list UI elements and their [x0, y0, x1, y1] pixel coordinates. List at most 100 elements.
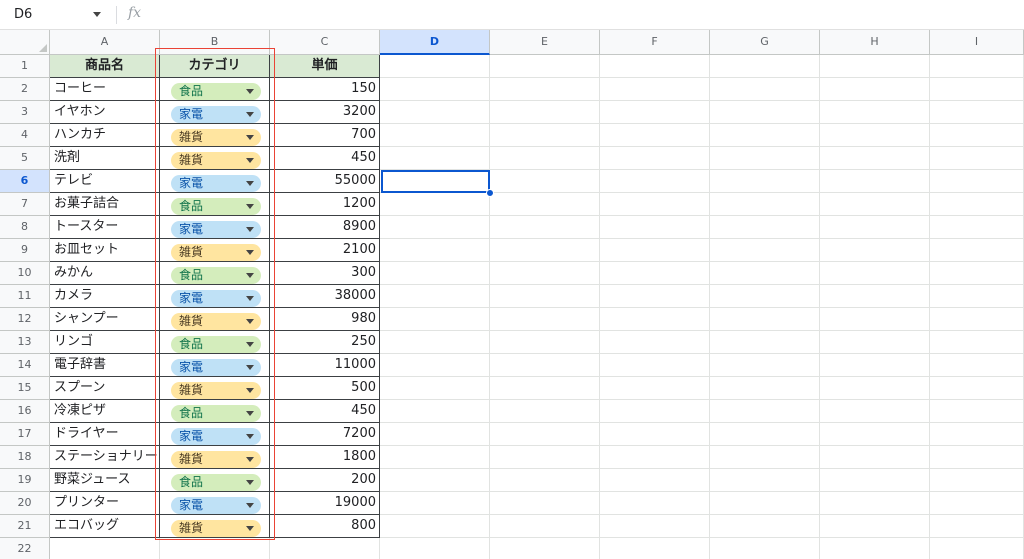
cell-h21[interactable]: [820, 515, 930, 538]
cell-a20[interactable]: プリンター: [50, 492, 160, 515]
column-header-f[interactable]: F: [600, 30, 710, 55]
cell-a21[interactable]: エコバッグ: [50, 515, 160, 538]
cell-e21[interactable]: [490, 515, 600, 538]
cell-c7[interactable]: 1200: [270, 193, 380, 216]
select-all-corner[interactable]: [0, 30, 50, 55]
cell-g17[interactable]: [710, 423, 820, 446]
cell-g22[interactable]: [710, 538, 820, 559]
cell-f20[interactable]: [600, 492, 710, 515]
row-header-20[interactable]: 20: [0, 492, 50, 515]
cell-a6[interactable]: テレビ: [50, 170, 160, 193]
cell-h18[interactable]: [820, 446, 930, 469]
cell-i1[interactable]: [930, 55, 1024, 78]
row-header-2[interactable]: 2: [0, 78, 50, 101]
cell-e19[interactable]: [490, 469, 600, 492]
name-box[interactable]: D6: [0, 0, 112, 30]
cell-g11[interactable]: [710, 285, 820, 308]
cell-e3[interactable]: [490, 101, 600, 124]
cell-h1[interactable]: [820, 55, 930, 78]
cell-h11[interactable]: [820, 285, 930, 308]
active-cell-selection[interactable]: [381, 170, 490, 193]
cell-c12[interactable]: 980: [270, 308, 380, 331]
cell-a16[interactable]: 冷凍ピザ: [50, 400, 160, 423]
cell-d7[interactable]: [380, 193, 490, 216]
row-header-13[interactable]: 13: [0, 331, 50, 354]
cell-d5[interactable]: [380, 147, 490, 170]
cell-a3[interactable]: イヤホン: [50, 101, 160, 124]
row-header-4[interactable]: 4: [0, 124, 50, 147]
row-header-7[interactable]: 7: [0, 193, 50, 216]
column-header-c[interactable]: C: [270, 30, 380, 55]
cell-g13[interactable]: [710, 331, 820, 354]
cell-h2[interactable]: [820, 78, 930, 101]
cell-g18[interactable]: [710, 446, 820, 469]
cell-h4[interactable]: [820, 124, 930, 147]
cell-h20[interactable]: [820, 492, 930, 515]
cell-h13[interactable]: [820, 331, 930, 354]
cell-a12[interactable]: シャンプー: [50, 308, 160, 331]
cell-i3[interactable]: [930, 101, 1024, 124]
cell-i5[interactable]: [930, 147, 1024, 170]
cell-d13[interactable]: [380, 331, 490, 354]
cell-f13[interactable]: [600, 331, 710, 354]
cell-c8[interactable]: 8900: [270, 216, 380, 239]
cell-a2[interactable]: コーヒー: [50, 78, 160, 101]
cell-i6[interactable]: [930, 170, 1024, 193]
cell-e10[interactable]: [490, 262, 600, 285]
cell-c16[interactable]: 450: [270, 400, 380, 423]
cell-d1[interactable]: [380, 55, 490, 78]
row-header-6[interactable]: 6: [0, 170, 50, 193]
cell-i4[interactable]: [930, 124, 1024, 147]
cell-e13[interactable]: [490, 331, 600, 354]
cell-d9[interactable]: [380, 239, 490, 262]
row-header-14[interactable]: 14: [0, 354, 50, 377]
cell-g12[interactable]: [710, 308, 820, 331]
row-header-8[interactable]: 8: [0, 216, 50, 239]
row-header-9[interactable]: 9: [0, 239, 50, 262]
cell-e12[interactable]: [490, 308, 600, 331]
cell-h7[interactable]: [820, 193, 930, 216]
cell-f11[interactable]: [600, 285, 710, 308]
cell-g4[interactable]: [710, 124, 820, 147]
cell-d21[interactable]: [380, 515, 490, 538]
cell-d15[interactable]: [380, 377, 490, 400]
cell-c21[interactable]: 800: [270, 515, 380, 538]
row-header-18[interactable]: 18: [0, 446, 50, 469]
spreadsheet-grid[interactable]: A B C D E F G H I 商品名 カテゴリ 単価 コーヒー 食品 150 イヤホン 家電 3200 ハンカ…: [0, 30, 1024, 559]
cell-f18[interactable]: [600, 446, 710, 469]
cell-f1[interactable]: [600, 55, 710, 78]
cell-a11[interactable]: カメラ: [50, 285, 160, 308]
row-header-15[interactable]: 15: [0, 377, 50, 400]
cell-a4[interactable]: ハンカチ: [50, 124, 160, 147]
cell-i12[interactable]: [930, 308, 1024, 331]
cell-f6[interactable]: [600, 170, 710, 193]
fill-handle[interactable]: [486, 189, 494, 197]
cell-e6[interactable]: [490, 170, 600, 193]
cell-c18[interactable]: 1800: [270, 446, 380, 469]
cell-d14[interactable]: [380, 354, 490, 377]
cell-i14[interactable]: [930, 354, 1024, 377]
cell-g8[interactable]: [710, 216, 820, 239]
cell-i9[interactable]: [930, 239, 1024, 262]
cell-c19[interactable]: 200: [270, 469, 380, 492]
cell-a13[interactable]: リンゴ: [50, 331, 160, 354]
cell-h9[interactable]: [820, 239, 930, 262]
cell-d20[interactable]: [380, 492, 490, 515]
cell-d3[interactable]: [380, 101, 490, 124]
cell-i8[interactable]: [930, 216, 1024, 239]
cell-g3[interactable]: [710, 101, 820, 124]
cell-e16[interactable]: [490, 400, 600, 423]
row-header-10[interactable]: 10: [0, 262, 50, 285]
cell-e9[interactable]: [490, 239, 600, 262]
cell-h15[interactable]: [820, 377, 930, 400]
row-header-21[interactable]: 21: [0, 515, 50, 538]
chevron-down-icon[interactable]: [93, 12, 101, 17]
cell-d17[interactable]: [380, 423, 490, 446]
column-header-g[interactable]: G: [710, 30, 820, 55]
cell-c6[interactable]: 55000: [270, 170, 380, 193]
cell-f2[interactable]: [600, 78, 710, 101]
cell-d16[interactable]: [380, 400, 490, 423]
cell-d11[interactable]: [380, 285, 490, 308]
cell-a7[interactable]: お菓子詰合: [50, 193, 160, 216]
cell-b22[interactable]: [160, 538, 270, 559]
